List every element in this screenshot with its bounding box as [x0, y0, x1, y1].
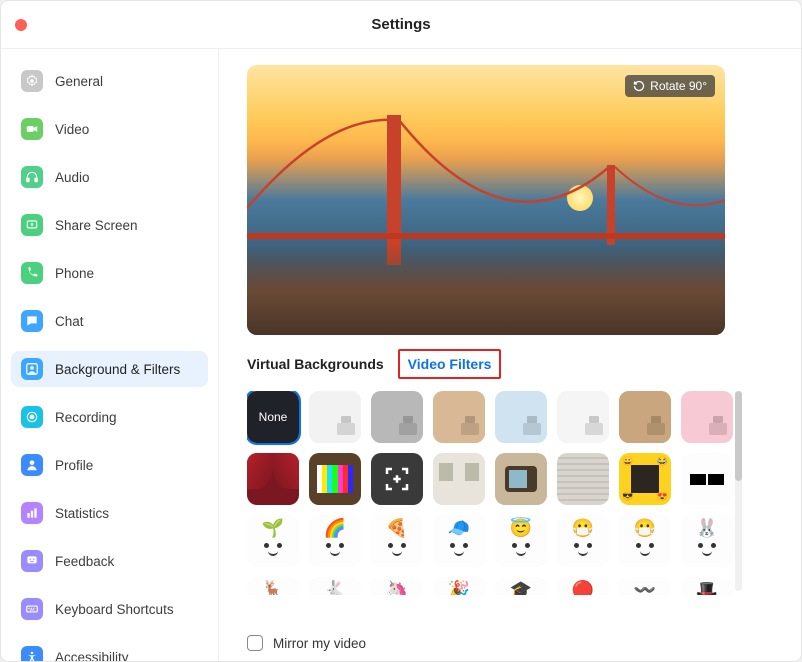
- mirror-checkbox[interactable]: [247, 635, 263, 651]
- filters-grid: None😀😂😎😍🌱🌈🍕🧢😇😷😷🐰🦌🐇🦄🎉🎓🔴〰️🎩: [247, 391, 733, 595]
- sidebar-item-label: Chat: [55, 314, 84, 329]
- filter-halo[interactable]: 😇: [495, 515, 547, 567]
- filter-mustache[interactable]: 〰️: [619, 577, 671, 595]
- rotate-button[interactable]: Rotate 90°: [625, 75, 715, 97]
- filter-focus-frame[interactable]: [371, 453, 423, 505]
- tabs: Virtual Backgrounds Video Filters: [247, 349, 773, 379]
- decor-hills: [247, 245, 725, 335]
- titlebar: Settings: [1, 1, 801, 49]
- filter-theater[interactable]: [247, 453, 299, 505]
- settings-window: Settings General Video Audio Share Screen Ph…: [0, 0, 802, 662]
- sidebar-item-label: Background & Filters: [55, 362, 180, 377]
- chat-icon: [21, 310, 43, 332]
- headphones-icon: [21, 166, 43, 188]
- sidebar-item-general[interactable]: General: [11, 63, 208, 99]
- filter-room-tan[interactable]: [433, 391, 485, 443]
- stats-icon: [21, 502, 43, 524]
- tab-video-filters-highlight: Video Filters: [398, 349, 502, 379]
- sidebar-item-chat[interactable]: Chat: [11, 303, 208, 339]
- sidebar-item-share-screen[interactable]: Share Screen: [11, 207, 208, 243]
- filter-emoji-frame[interactable]: 😀😂😎😍: [619, 453, 671, 505]
- sidebar-item-label: Share Screen: [55, 218, 138, 233]
- filter-sprout[interactable]: 🌱: [247, 515, 299, 567]
- filter-pixel-glasses[interactable]: [681, 453, 733, 505]
- filter-doctor-mask[interactable]: 😷: [557, 515, 609, 567]
- keyboard-icon: [21, 598, 43, 620]
- sidebar-item-label: Video: [55, 122, 89, 137]
- filter-bunny-ears[interactable]: 🐇: [309, 577, 361, 595]
- profile-icon: [21, 454, 43, 476]
- filter-room-brown[interactable]: [619, 391, 671, 443]
- filter-unicorn[interactable]: 🦄: [371, 577, 423, 595]
- filter-room-light[interactable]: [557, 391, 609, 443]
- filters-scroll[interactable]: None😀😂😎😍🌱🌈🍕🧢😇😷😷🐰🦌🐇🦄🎉🎓🔴〰️🎩: [247, 391, 733, 595]
- phone-icon: [21, 262, 43, 284]
- sidebar-item-feedback[interactable]: Feedback: [11, 543, 208, 579]
- filter-tv-bars[interactable]: [309, 453, 361, 505]
- filter-bowler[interactable]: 🎩: [681, 577, 733, 595]
- tab-virtual-backgrounds[interactable]: Virtual Backgrounds: [247, 354, 384, 374]
- mirror-row: Mirror my video: [247, 635, 773, 651]
- video-preview: Rotate 90°: [247, 65, 725, 335]
- filters-area: None😀😂😎😍🌱🌈🍕🧢😇😷😷🐰🦌🐇🦄🎉🎓🔴〰️🎩: [247, 391, 773, 621]
- filter-room-grey[interactable]: [371, 391, 423, 443]
- filter-room-pink[interactable]: [681, 391, 733, 443]
- filter-blinds[interactable]: [557, 453, 609, 505]
- window-controls: [15, 19, 27, 31]
- window-title: Settings: [1, 16, 801, 33]
- filter-beret[interactable]: 🔴: [557, 577, 609, 595]
- filter-party[interactable]: 🎉: [433, 577, 485, 595]
- sidebar-item-video[interactable]: Video: [11, 111, 208, 147]
- rotate-label: Rotate 90°: [650, 79, 707, 93]
- window-body: General Video Audio Share Screen Phone Chat Ba…: [1, 49, 801, 661]
- feedback-icon: [21, 550, 43, 572]
- sidebar-item-recording[interactable]: Recording: [11, 399, 208, 435]
- sidebar-item-label: Statistics: [55, 506, 109, 521]
- filter-face-mask[interactable]: 😷: [619, 515, 671, 567]
- filter-room-blue[interactable]: [495, 391, 547, 443]
- filter-room-white[interactable]: [309, 391, 361, 443]
- filter-none-label: None: [259, 410, 288, 424]
- share-icon: [21, 214, 43, 236]
- filter-bunny[interactable]: 🐰: [681, 515, 733, 567]
- accessibility-icon: [21, 646, 43, 661]
- video-icon: [21, 118, 43, 140]
- filter-none[interactable]: None: [247, 391, 299, 443]
- rotate-icon: [633, 80, 645, 92]
- filter-tv-old[interactable]: [495, 453, 547, 505]
- sidebar-item-label: Phone: [55, 266, 94, 281]
- main-panel: Rotate 90° Virtual Backgrounds Video Fil…: [219, 49, 801, 661]
- sidebar-item-label: Keyboard Shortcuts: [55, 602, 174, 617]
- record-icon: [21, 406, 43, 428]
- sidebar-item-keyboard-shortcuts[interactable]: Keyboard Shortcuts: [11, 591, 208, 627]
- sidebar-item-label: Feedback: [55, 554, 114, 569]
- sidebar-item-profile[interactable]: Profile: [11, 447, 208, 483]
- gear-icon: [21, 70, 43, 92]
- sidebar-item-label: Accessibility: [55, 650, 129, 662]
- sidebar-item-label: Profile: [55, 458, 93, 473]
- sidebar-item-background-filters[interactable]: Background & Filters: [11, 351, 208, 387]
- close-window-button[interactable]: [15, 19, 27, 31]
- sidebar-item-audio[interactable]: Audio: [11, 159, 208, 195]
- scrollbar-thumb[interactable]: [735, 391, 742, 481]
- filter-pizza[interactable]: 🍕: [371, 515, 423, 567]
- sidebar-item-accessibility[interactable]: Accessibility: [11, 639, 208, 661]
- sidebar-item-statistics[interactable]: Statistics: [11, 495, 208, 531]
- sidebar-item-label: General: [55, 74, 103, 89]
- scrollbar[interactable]: [735, 391, 742, 591]
- filter-antlers[interactable]: 🦌: [247, 577, 299, 595]
- filter-rainbow[interactable]: 🌈: [309, 515, 361, 567]
- tab-video-filters[interactable]: Video Filters: [408, 354, 492, 374]
- sidebar-item-label: Audio: [55, 170, 90, 185]
- sidebar-item-label: Recording: [55, 410, 117, 425]
- filter-cap[interactable]: 🧢: [433, 515, 485, 567]
- sidebar-item-phone[interactable]: Phone: [11, 255, 208, 291]
- filter-grad-cap[interactable]: 🎓: [495, 577, 547, 595]
- person-box-icon: [21, 358, 43, 380]
- mirror-label: Mirror my video: [273, 636, 366, 651]
- filter-gallery[interactable]: [433, 453, 485, 505]
- sidebar: General Video Audio Share Screen Phone Chat Ba…: [1, 49, 219, 661]
